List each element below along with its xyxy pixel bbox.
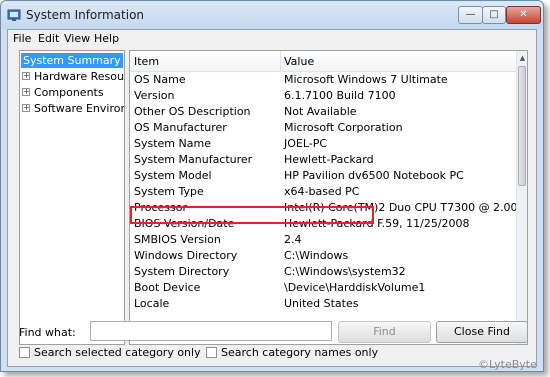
- column-header-item[interactable]: Item: [134, 55, 159, 68]
- scroll-up-arrow-icon[interactable]: ▲: [517, 51, 527, 65]
- expand-icon[interactable]: +: [22, 72, 30, 80]
- table-row[interactable]: System Directory C:\Windows\system32: [130, 264, 516, 280]
- cell-value: 6.1.7100 Build 7100: [284, 89, 396, 102]
- cell-item: OS Manufacturer: [134, 121, 227, 134]
- table-row[interactable]: Other OS Description Not Available: [130, 104, 516, 120]
- cell-item: System Directory: [134, 265, 230, 278]
- window-title: System Information: [26, 8, 145, 22]
- cell-value: C:\Windows\system32: [284, 265, 406, 278]
- table-row[interactable]: SMBIOS Version 2.4: [130, 232, 516, 248]
- tree-item-label: System Summary: [21, 53, 123, 68]
- system-information-icon: [7, 9, 21, 21]
- table-row[interactable]: OS Name Microsoft Windows 7 Ultimate: [130, 72, 516, 88]
- tree-item-label: Software Environme: [34, 102, 124, 115]
- cell-value: Microsoft Windows 7 Ultimate: [284, 73, 448, 86]
- cell-item: Processor: [134, 201, 187, 214]
- table-row[interactable]: Locale United States: [130, 296, 516, 312]
- scroll-thumb[interactable]: [518, 66, 526, 186]
- client-area: File Edit View Help System Summary + Har…: [7, 29, 537, 367]
- menu-file[interactable]: File: [13, 32, 31, 45]
- cell-value: Hewlett-Packard F.59, 11/25/2008: [284, 217, 470, 230]
- list-header: Item Value: [130, 51, 516, 72]
- cell-value: 2.4: [284, 233, 302, 246]
- menu-help[interactable]: Help: [94, 32, 119, 45]
- title-bar: System Information — □ ✕: [1, 1, 543, 29]
- cell-value: JOEL-PC: [284, 137, 328, 150]
- cell-item: Boot Device: [134, 281, 201, 294]
- cell-item: Windows Directory: [134, 249, 238, 262]
- close-button[interactable]: ✕: [506, 6, 541, 24]
- cell-value: HP Pavilion dv6500 Notebook PC: [284, 169, 464, 182]
- tree-item-label: Hardware Resource: [34, 70, 124, 83]
- details-list: Item Value OS Name Microsoft Windows 7 Ul…: [129, 50, 528, 345]
- vertical-scrollbar[interactable]: ▲ ▼: [516, 51, 527, 344]
- checkbox-box[interactable]: [206, 347, 217, 358]
- column-header-value[interactable]: Value: [284, 55, 314, 68]
- watermark: ©LyteByte: [478, 358, 537, 371]
- menu-view[interactable]: View: [64, 32, 90, 45]
- table-row[interactable]: System Type x64-based PC: [130, 184, 516, 200]
- category-tree: System Summary + Hardware Resource + Com…: [19, 50, 125, 345]
- expand-icon[interactable]: +: [22, 88, 30, 96]
- find-what-input[interactable]: [90, 321, 332, 341]
- tree-item-label: Components: [34, 86, 104, 99]
- cell-value: Microsoft Corporation: [284, 121, 403, 134]
- minimize-button[interactable]: —: [458, 6, 483, 24]
- checkbox-label: Search category names only: [221, 346, 379, 359]
- menu-edit[interactable]: Edit: [38, 32, 59, 45]
- checkbox-box[interactable]: [19, 347, 30, 358]
- table-row[interactable]: Version 6.1.7100 Build 7100: [130, 88, 516, 104]
- cell-value: C:\Windows: [284, 249, 349, 262]
- cell-item: Other OS Description: [134, 105, 251, 118]
- table-row[interactable]: System Manufacturer Hewlett-Packard: [130, 152, 516, 168]
- column-divider[interactable]: [280, 51, 281, 71]
- cell-item: SMBIOS Version: [134, 233, 221, 246]
- table-row[interactable]: OS Manufacturer Microsoft Corporation: [130, 120, 516, 136]
- cell-item: Locale: [134, 297, 170, 310]
- table-row[interactable]: Boot Device \Device\HarddiskVolume1: [130, 280, 516, 296]
- cell-item: System Name: [134, 137, 211, 150]
- table-row[interactable]: System Name JOEL-PC: [130, 136, 516, 152]
- find-button[interactable]: Find: [338, 321, 431, 343]
- close-find-button[interactable]: Close Find: [436, 321, 528, 343]
- system-information-window: System Information — □ ✕ File Edit View …: [0, 0, 544, 372]
- table-row[interactable]: Processor Intel(R) Core(TM)2 Duo CPU T730…: [130, 200, 527, 216]
- cell-item: BIOS Version/Date: [134, 217, 235, 230]
- table-row[interactable]: BIOS Version/Date Hewlett-Packard F.59, 1…: [130, 216, 516, 232]
- cell-item: System Manufacturer: [134, 153, 253, 166]
- cell-value: \Device\HarddiskVolume1: [284, 281, 426, 294]
- find-what-label: Find what:: [19, 326, 76, 339]
- cell-item: OS Name: [134, 73, 186, 86]
- cell-item: System Type: [134, 185, 204, 198]
- table-row[interactable]: Windows Directory C:\Windows: [130, 248, 516, 264]
- maximize-button[interactable]: □: [482, 6, 506, 24]
- cell-value: United States: [284, 297, 359, 310]
- cell-item: Version: [134, 89, 175, 102]
- menu-bar: File Edit View Help: [8, 30, 536, 48]
- cell-value: Not Available: [284, 105, 357, 118]
- expand-icon[interactable]: +: [22, 104, 30, 112]
- checkbox-label: Search selected category only: [34, 346, 201, 359]
- cell-value: Intel(R) Core(TM)2 Duo CPU T7300 @ 2.00G…: [284, 201, 527, 214]
- cell-value: x64-based PC: [284, 185, 360, 198]
- cell-value: Hewlett-Packard: [284, 153, 374, 166]
- table-row[interactable]: System Model HP Pavilion dv6500 Notebook …: [130, 168, 516, 184]
- cell-item: System Model: [134, 169, 212, 182]
